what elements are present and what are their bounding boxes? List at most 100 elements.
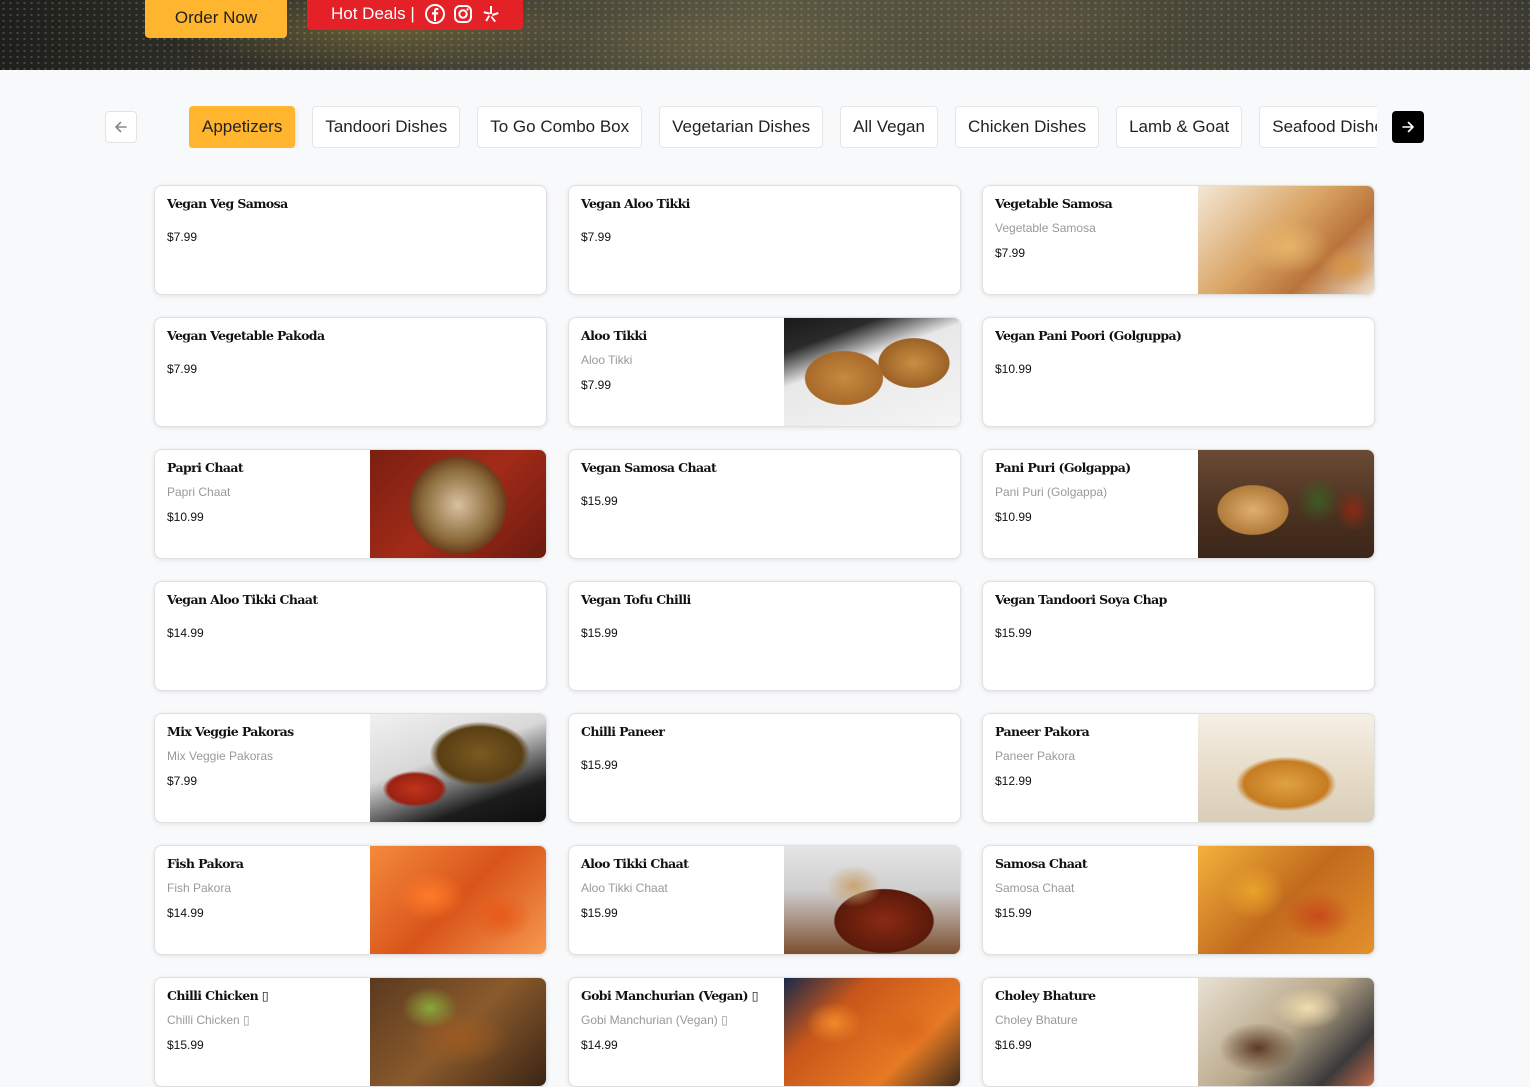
- menu-item-price: $12.99: [995, 774, 1032, 788]
- menu-item-name: Chilli Chicken ▯: [167, 988, 269, 1003]
- arrow-left-icon: [115, 121, 127, 133]
- menu-item-card[interactable]: Vegan Tandoori Soya Chap $15.99: [982, 581, 1375, 691]
- menu-grid: Vegan Veg Samosa $7.99 Vegan Aloo Tikki $7.…: [154, 185, 1376, 1087]
- arrow-right-icon: [1402, 121, 1414, 133]
- menu-item-info: Aloo Tikki Aloo Tikki $7.99: [581, 328, 770, 392]
- scroll-left-button[interactable]: [105, 111, 137, 143]
- menu-item-card[interactable]: Vegan Aloo Tikki $7.99: [568, 185, 961, 295]
- order-now-button[interactable]: Order Now: [145, 0, 287, 38]
- menu-item-image[interactable]: [784, 318, 960, 426]
- menu-item-card[interactable]: Aloo Tikki Aloo Tikki $7.99: [568, 317, 961, 427]
- scroll-right-button[interactable]: [1392, 111, 1424, 143]
- menu-item-name: Vegetable Samosa: [995, 196, 1113, 211]
- menu-item-info: Vegan Aloo Tikki Chaat $14.99: [167, 592, 534, 640]
- menu-item-price: $14.99: [167, 626, 204, 640]
- menu-item-card[interactable]: Papri Chaat Papri Chaat $10.99: [154, 449, 547, 559]
- menu-item-card[interactable]: Paneer Pakora Paneer Pakora $12.99: [982, 713, 1375, 823]
- menu-item-name: Choley Bhature: [995, 988, 1096, 1003]
- menu-item-info: Vegan Tandoori Soya Chap $15.99: [995, 592, 1362, 640]
- category-tab[interactable]: Vegetarian Dishes: [659, 106, 824, 148]
- yelp-icon[interactable]: [480, 3, 502, 25]
- menu-item-image[interactable]: [370, 978, 546, 1086]
- menu-item-info: Vegan Tofu Chilli $15.99: [581, 592, 948, 640]
- menu-item-image[interactable]: [1198, 186, 1374, 294]
- menu-item-info: Aloo Tikki Chaat Aloo Tikki Chaat $15.99: [581, 856, 770, 920]
- menu-item-image[interactable]: [784, 978, 960, 1086]
- menu-item-card[interactable]: Gobi Manchurian (Vegan) ▯ Gobi Manchurian…: [568, 977, 961, 1087]
- menu-item-image[interactable]: [1198, 450, 1374, 558]
- menu-item-info: Gobi Manchurian (Vegan) ▯ Gobi Manchurian…: [581, 988, 770, 1052]
- menu-item-card[interactable]: Vegetable Samosa Vegetable Samosa $7.99: [982, 185, 1375, 295]
- menu-item-name: Vegan Aloo Tikki Chaat: [167, 592, 318, 607]
- menu-item-price: $15.99: [581, 494, 618, 508]
- menu-item-price: $15.99: [995, 626, 1032, 640]
- hot-deals-label: Hot Deals |: [331, 4, 415, 23]
- menu-item-info: Choley Bhature Choley Bhature $16.99: [995, 988, 1184, 1052]
- menu-item-image[interactable]: [370, 846, 546, 954]
- category-tab[interactable]: Tandoori Dishes: [312, 106, 461, 148]
- category-tab[interactable]: Lamb & Goat: [1116, 106, 1243, 148]
- category-bar: Appetizers Tandoori Dishes To Go Combo Box…: [105, 106, 1425, 148]
- menu-item-description: Paneer Pakora: [995, 749, 1076, 763]
- menu-item-price: $14.99: [581, 1038, 618, 1052]
- menu-item-card[interactable]: Aloo Tikki Chaat Aloo Tikki Chaat $15.99: [568, 845, 961, 955]
- menu-item-image[interactable]: [1198, 978, 1374, 1086]
- menu-item-name: Vegan Samosa Chaat: [581, 460, 717, 475]
- menu-item-price: $7.99: [167, 362, 198, 376]
- menu-item-info: Vegetable Samosa Vegetable Samosa $7.99: [995, 196, 1184, 260]
- menu-item-price: $14.99: [167, 906, 204, 920]
- menu-item-price: $7.99: [167, 230, 198, 244]
- menu-item-name: Pani Puri (Golgappa): [995, 460, 1131, 475]
- menu-item-card[interactable]: Vegan Tofu Chilli $15.99: [568, 581, 961, 691]
- menu-item-name: Vegan Aloo Tikki: [581, 196, 690, 211]
- menu-item-name: Vegan Vegetable Pakoda: [167, 328, 325, 343]
- menu-item-price: $7.99: [581, 230, 612, 244]
- menu-item-name: Chilli Paneer: [581, 724, 665, 739]
- menu-item-card[interactable]: Vegan Vegetable Pakoda $7.99: [154, 317, 547, 427]
- menu-item-name: Fish Pakora: [167, 856, 244, 871]
- menu-item-description: Aloo Tikki Chaat: [581, 881, 668, 895]
- menu-item-name: Vegan Tandoori Soya Chap: [995, 592, 1167, 607]
- menu-item-price: $10.99: [995, 362, 1032, 376]
- category-tab[interactable]: All Vegan: [840, 106, 938, 148]
- category-tab[interactable]: To Go Combo Box: [477, 106, 643, 148]
- menu-item-image[interactable]: [370, 714, 546, 822]
- menu-item-price: $15.99: [581, 758, 618, 772]
- menu-item-card[interactable]: Pani Puri (Golgappa) Pani Puri (Golgappa)…: [982, 449, 1375, 559]
- menu-item-image[interactable]: [1198, 846, 1374, 954]
- menu-item-card[interactable]: Vegan Veg Samosa $7.99: [154, 185, 547, 295]
- facebook-icon[interactable]: [424, 3, 446, 25]
- menu-item-price: $7.99: [581, 378, 612, 392]
- menu-item-name: Gobi Manchurian (Vegan) ▯: [581, 988, 759, 1003]
- menu-item-image[interactable]: [784, 846, 960, 954]
- menu-item-card[interactable]: Mix Veggie Pakoras Mix Veggie Pakoras $7.9…: [154, 713, 547, 823]
- menu-item-card[interactable]: Samosa Chaat Samosa Chaat $15.99: [982, 845, 1375, 955]
- category-tab[interactable]: Chicken Dishes: [954, 106, 1100, 148]
- menu-item-info: Fish Pakora Fish Pakora $14.99: [167, 856, 356, 920]
- category-tab[interactable]: Appetizers: [189, 106, 296, 148]
- menu-item-image[interactable]: [1198, 714, 1374, 822]
- menu-item-card[interactable]: Vegan Pani Poori (Golguppa) $10.99: [982, 317, 1375, 427]
- instagram-icon[interactable]: [452, 3, 474, 25]
- menu-item-price: $10.99: [167, 510, 204, 524]
- menu-item-card[interactable]: Chilli Paneer $15.99: [568, 713, 961, 823]
- menu-item-card[interactable]: Chilli Chicken ▯ Chilli Chicken ▯ $15.99: [154, 977, 547, 1087]
- menu-item-image[interactable]: [370, 450, 546, 558]
- menu-item-card[interactable]: Choley Bhature Choley Bhature $16.99: [982, 977, 1375, 1087]
- menu-item-info: Vegan Aloo Tikki $7.99: [581, 196, 948, 244]
- menu-item-card[interactable]: Vegan Samosa Chaat $15.99: [568, 449, 961, 559]
- menu-item-info: Pani Puri (Golgappa) Pani Puri (Golgappa)…: [995, 460, 1184, 524]
- menu-item-info: Chilli Chicken ▯ Chilli Chicken ▯ $15.99: [167, 988, 356, 1052]
- menu-item-price: $7.99: [167, 774, 198, 788]
- category-tab[interactable]: Seafood Dishes: [1259, 106, 1377, 148]
- menu-item-card[interactable]: Vegan Aloo Tikki Chaat $14.99: [154, 581, 547, 691]
- menu-item-description: Pani Puri (Golgappa): [995, 485, 1108, 499]
- menu-item-name: Vegan Pani Poori (Golguppa): [995, 328, 1182, 343]
- menu-item-description: Chilli Chicken ▯: [167, 1013, 250, 1027]
- menu-item-card[interactable]: Fish Pakora Fish Pakora $14.99: [154, 845, 547, 955]
- menu-item-name: Vegan Veg Samosa: [167, 196, 288, 211]
- menu-item-description: Gobi Manchurian (Vegan) ▯: [581, 1013, 728, 1027]
- menu-item-description: Mix Veggie Pakoras: [167, 749, 274, 763]
- menu-item-info: Chilli Paneer $15.99: [581, 724, 948, 772]
- menu-item-info: Vegan Veg Samosa $7.99: [167, 196, 534, 244]
